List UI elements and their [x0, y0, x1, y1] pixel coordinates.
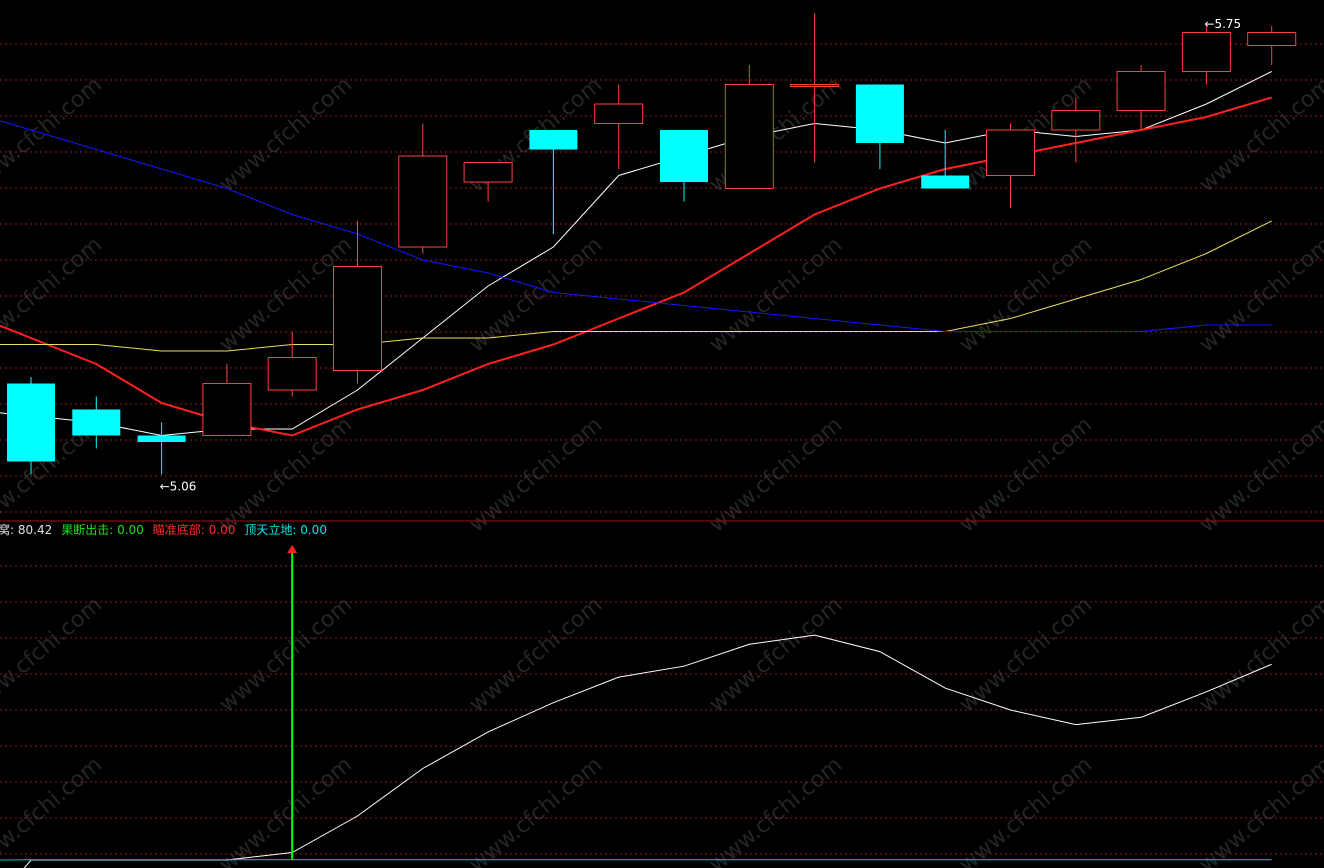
candle-body-up [1116, 71, 1166, 111]
legend-item-value: 0.00 [117, 523, 144, 537]
watermark-text: www.cfchi.com [1195, 412, 1324, 537]
indicator-legend: 主窝: 80.42果断出击: 0.00瞄准底部: 0.00顶天立地: 0.00 [0, 522, 327, 537]
candle-body-up [202, 383, 252, 436]
legend-item-name: 瞄准底部: [153, 522, 209, 537]
watermark-text: www.cfchi.com [705, 752, 847, 868]
candlestick [855, 84, 904, 169]
candle-body-down [72, 409, 121, 436]
watermark-text: www.cfchi.com [1195, 752, 1324, 868]
legend-item-value: 0.00 [300, 523, 327, 537]
watermark-text: www.cfchi.com [0, 72, 107, 197]
candle-body-up [1181, 32, 1231, 72]
signal-arrow-icon [287, 545, 298, 553]
legend-item-name: 顶天立地: [244, 522, 300, 537]
candlestick [660, 130, 708, 202]
watermark-text: www.cfchi.com [215, 752, 357, 868]
indicator-line [23, 634, 1272, 868]
candle-body-up [790, 84, 840, 87]
watermark-text: www.cfchi.com [465, 592, 607, 717]
stock-chart: www.cfchi.com www.cfchi.com www.cfchi.com w… [0, 13, 1324, 868]
candle-body-up [398, 155, 448, 248]
price-annotation-label: ←5.75 [1204, 17, 1241, 31]
watermark-text: www.cfchi.com [1195, 72, 1324, 197]
candle-body-up [594, 103, 644, 124]
legend-item-value: 80.42 [18, 523, 52, 537]
watermark-text: www.cfchi.com [0, 752, 107, 868]
legend-item-value: 0.00 [209, 523, 236, 537]
candle-body-down [660, 130, 708, 182]
watermark-text: www.cfchi.com [215, 592, 357, 717]
watermark-text: www.cfchi.com [215, 72, 357, 197]
candle-body-down [855, 84, 904, 143]
candlesticks [7, 13, 1297, 475]
candle-body-up [1247, 32, 1297, 46]
candlestick [986, 123, 1035, 208]
candlestick [202, 364, 252, 436]
candlestick [724, 65, 774, 189]
watermark-text: www.cfchi.com [955, 412, 1097, 537]
candlestick [1181, 26, 1231, 85]
candlestick [267, 331, 317, 397]
candle-body-up [724, 84, 774, 189]
candlestick [1116, 65, 1166, 130]
price-annotation-label: ←5.06 [160, 480, 197, 494]
watermark-text: www.cfchi.com [0, 592, 107, 717]
watermark-text: www.cfchi.com [465, 412, 607, 537]
candlestick [7, 377, 55, 475]
candle-body-down [529, 130, 578, 150]
watermark-text: www.cfchi.com [0, 232, 107, 357]
legend-item-name: 主窝: [0, 522, 18, 537]
candle-body-up [267, 357, 317, 391]
candlestick [1247, 26, 1297, 65]
candle-body-down [921, 175, 970, 189]
candle-body-up [986, 129, 1035, 176]
legend-item-name: 果断出击: [61, 522, 117, 537]
watermark-text: www.cfchi.com [465, 752, 607, 868]
candle-body-down [7, 383, 55, 462]
moving-average-line [0, 96, 1272, 437]
candle-body-down [137, 435, 186, 442]
watermark-text: www.cfchi.com [705, 232, 847, 357]
watermark-text: www.cfchi.com [465, 232, 607, 357]
candlestick [594, 84, 644, 169]
watermark-layer: www.cfchi.com www.cfchi.com www.cfchi.com w… [0, 72, 1324, 868]
indicator-lines [0, 634, 1272, 868]
watermark-text: www.cfchi.com [705, 412, 847, 537]
candle-body-up [1051, 110, 1101, 131]
candlestick [137, 422, 186, 475]
watermark-text: www.cfchi.com [955, 232, 1097, 357]
candle-body-up [333, 266, 382, 371]
candlestick [529, 130, 578, 234]
candlestick [921, 130, 970, 189]
watermark-text: www.cfchi.com [1195, 232, 1324, 357]
candlestick [463, 162, 513, 202]
watermark-text: www.cfchi.com [705, 592, 847, 717]
candle-body-up [463, 162, 513, 183]
candlestick [398, 123, 448, 254]
watermark-text: www.cfchi.com [1195, 592, 1324, 717]
watermark-text: www.cfchi.com [955, 752, 1097, 868]
